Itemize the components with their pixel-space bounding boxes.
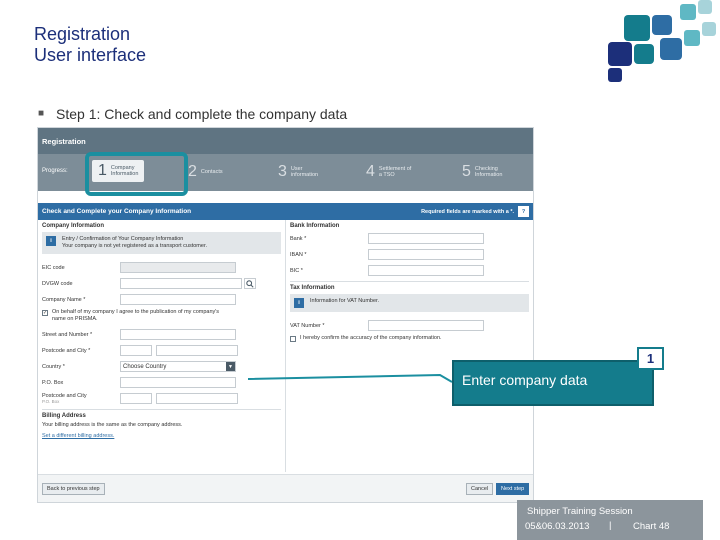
subtitle-text: User interface [34, 45, 147, 65]
progress-label: Progress: [42, 168, 68, 174]
footer-band: Shipper Training Session 05&06.03.2013 |… [517, 500, 703, 540]
callout-number: 1 [637, 347, 664, 370]
footer-chart-number: Chart 48 [633, 521, 670, 532]
field-label: BIC * [290, 267, 303, 274]
progress-step-2[interactable]: 2 Contacts [188, 163, 223, 181]
field-label: Country * [42, 363, 65, 370]
billing-text: Your billing address is the same as the … [42, 422, 183, 428]
cancel-button[interactable]: Cancel [466, 483, 494, 495]
info-icon: i [46, 236, 56, 246]
dvgw-code-field[interactable] [120, 278, 242, 289]
search-icon[interactable] [244, 278, 256, 289]
eic-code-field[interactable] [120, 262, 236, 273]
title-text: Registration [34, 24, 131, 44]
consent-checkbox[interactable]: ✓ [42, 310, 48, 316]
postcode-field[interactable] [120, 345, 152, 356]
field-label: Street and Number * [42, 331, 93, 338]
chevron-down-icon: ▼ [226, 362, 235, 371]
bic-field[interactable] [368, 265, 484, 276]
progress-step-4[interactable]: 4 Settlement of a TSO [366, 163, 411, 181]
bank-field[interactable] [368, 233, 484, 244]
field-label: Company Name * [42, 296, 86, 303]
field-label: P.O. Box [42, 379, 64, 386]
po-box-field[interactable] [120, 377, 236, 388]
field-label: DVGW code [42, 280, 73, 287]
city-field[interactable] [156, 345, 238, 356]
step-bullet: ■ Step 1: Check and complete the company… [38, 106, 347, 122]
confirm-checkbox[interactable] [290, 336, 296, 342]
field-label: Postcode and City P.O. Box [42, 392, 87, 404]
section-title-company: Company Information [42, 223, 105, 229]
company-name-field[interactable] [120, 294, 236, 305]
section-title-bank: Bank Information [290, 223, 340, 229]
form-title-bar: Check and Complete your Company Informat… [38, 203, 533, 220]
bullet-square-icon: ■ [38, 108, 45, 119]
footer-separator: | [609, 520, 612, 531]
po-city-field[interactable] [156, 393, 238, 404]
next-step-button[interactable]: Next step [496, 483, 530, 495]
different-billing-link[interactable]: Set a different billing address. [42, 433, 114, 439]
field-label: Bank * [290, 235, 307, 242]
callout-connector [248, 373, 453, 383]
company-info-box: i Entry / Confirmation of Your Company I… [42, 232, 281, 254]
accuracy-confirmation[interactable]: I hereby confirm the accuracy of the com… [290, 335, 529, 342]
street-field[interactable] [120, 329, 236, 340]
progress-step-5[interactable]: 5 Checking Information [462, 163, 502, 181]
footer-dates: 05&06.03.2013 [525, 521, 590, 532]
back-button[interactable]: Back to previous step [42, 483, 105, 495]
step1-highlight [85, 152, 188, 196]
callout-text: Enter company data [462, 372, 588, 388]
info-icon: i [294, 298, 304, 308]
field-label: VAT Number * [290, 322, 325, 329]
app-header: Registration [38, 128, 533, 154]
bank-tax-panel: Bank Information Bank * IBAN * BIC * Tax… [286, 220, 533, 472]
po-postcode-field[interactable] [120, 393, 152, 404]
company-information-panel: Company Information i Entry / Confirmati… [38, 220, 286, 472]
required-note: Required fields are marked with a *. [421, 208, 514, 215]
vat-number-field[interactable] [368, 320, 484, 331]
footer-session: Shipper Training Session [527, 506, 633, 517]
tax-info-box: i Information for VAT Number. [290, 294, 529, 312]
callout-box: Enter company data [452, 360, 654, 406]
section-title-tax: Tax Information [290, 281, 529, 291]
form-title: Check and Complete your Company Informat… [42, 208, 192, 215]
slide-title: Registration User interface [34, 24, 146, 66]
field-label: EIC code [42, 264, 65, 271]
iban-field[interactable] [368, 249, 484, 260]
field-label: Postcode and City * [42, 347, 91, 354]
field-label: IBAN * [290, 251, 307, 258]
progress-step-3[interactable]: 3 User information [278, 163, 318, 181]
publication-consent[interactable]: ✓ On behalf of my company I agree to the… [42, 309, 281, 322]
help-icon[interactable]: ? [518, 206, 529, 217]
form-footer: Back to previous step Cancel Next step [38, 474, 533, 502]
country-select[interactable]: Choose Country ▼ [120, 361, 236, 372]
company-logo-icon [608, 0, 716, 82]
section-title-billing: Billing Address [42, 409, 281, 419]
bullet-text: Step 1: Check and complete the company d… [56, 106, 348, 122]
